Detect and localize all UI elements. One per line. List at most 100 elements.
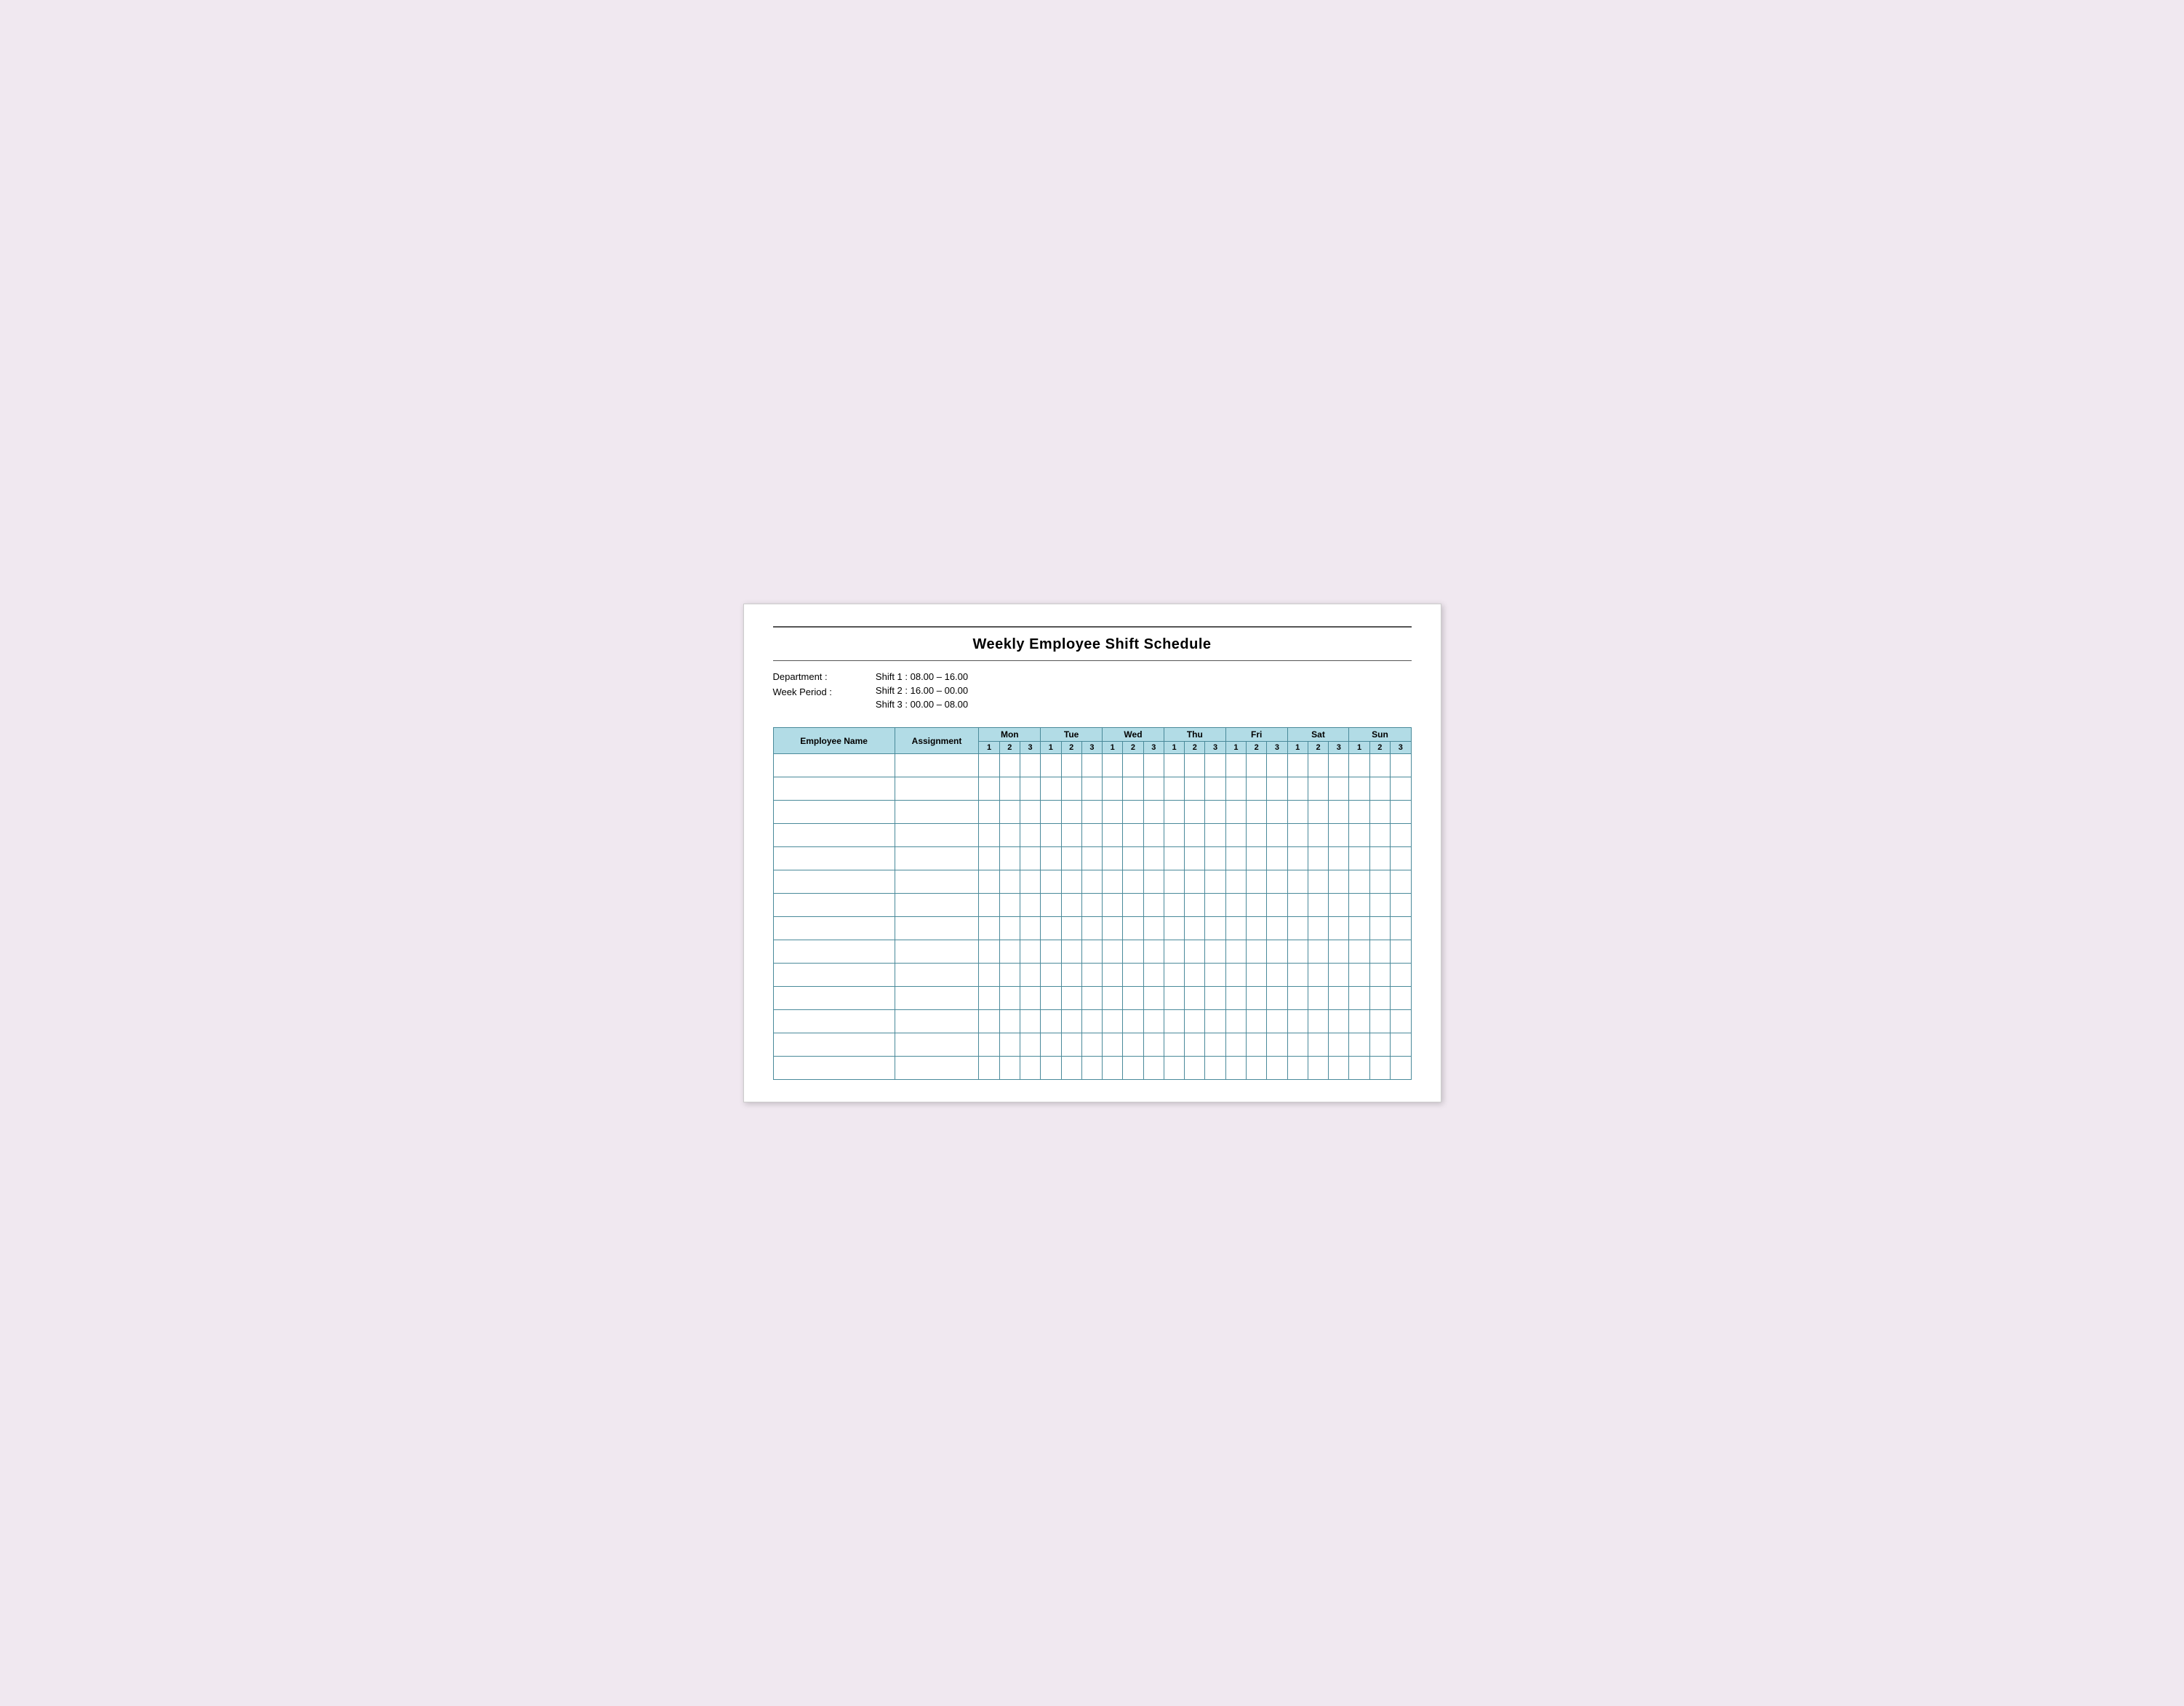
mon-shift2-cell[interactable] <box>999 847 1020 870</box>
sat-shift1-cell[interactable] <box>1287 1033 1308 1057</box>
fri-shift2-cell[interactable] <box>1247 777 1267 801</box>
fri-shift2-cell[interactable] <box>1247 1057 1267 1080</box>
wed-shift3-cell[interactable] <box>1143 801 1164 824</box>
wed-shift2-cell[interactable] <box>1123 894 1143 917</box>
fri-shift1-cell[interactable] <box>1225 987 1246 1010</box>
wed-shift1-cell[interactable] <box>1103 1033 1123 1057</box>
thu-shift2-cell[interactable] <box>1185 894 1205 917</box>
mon-shift3-cell[interactable] <box>1020 870 1040 894</box>
sat-shift2-cell[interactable] <box>1308 1057 1328 1080</box>
employee-name-cell[interactable] <box>773 777 895 801</box>
fri-shift1-cell[interactable] <box>1225 894 1246 917</box>
thu-shift1-cell[interactable] <box>1164 824 1184 847</box>
assignment-cell[interactable] <box>895 1010 979 1033</box>
tue-shift2-cell[interactable] <box>1061 754 1081 777</box>
thu-shift3-cell[interactable] <box>1205 964 1225 987</box>
tue-shift3-cell[interactable] <box>1081 917 1102 940</box>
mon-shift3-cell[interactable] <box>1020 987 1040 1010</box>
tue-shift1-cell[interactable] <box>1041 894 1061 917</box>
tue-shift3-cell[interactable] <box>1081 777 1102 801</box>
mon-shift3-cell[interactable] <box>1020 1057 1040 1080</box>
mon-shift2-cell[interactable] <box>999 870 1020 894</box>
thu-shift3-cell[interactable] <box>1205 870 1225 894</box>
wed-shift3-cell[interactable] <box>1143 917 1164 940</box>
wed-shift1-cell[interactable] <box>1103 777 1123 801</box>
mon-shift3-cell[interactable] <box>1020 1033 1040 1057</box>
wed-shift1-cell[interactable] <box>1103 1057 1123 1080</box>
sun-shift2-cell[interactable] <box>1369 1010 1390 1033</box>
assignment-cell[interactable] <box>895 894 979 917</box>
thu-shift1-cell[interactable] <box>1164 1057 1184 1080</box>
assignment-cell[interactable] <box>895 777 979 801</box>
wed-shift1-cell[interactable] <box>1103 754 1123 777</box>
sat-shift3-cell[interactable] <box>1329 870 1349 894</box>
mon-shift3-cell[interactable] <box>1020 754 1040 777</box>
thu-shift1-cell[interactable] <box>1164 847 1184 870</box>
mon-shift1-cell[interactable] <box>979 987 999 1010</box>
sun-shift2-cell[interactable] <box>1369 754 1390 777</box>
wed-shift2-cell[interactable] <box>1123 917 1143 940</box>
sat-shift3-cell[interactable] <box>1329 847 1349 870</box>
sat-shift1-cell[interactable] <box>1287 824 1308 847</box>
employee-name-cell[interactable] <box>773 1033 895 1057</box>
thu-shift3-cell[interactable] <box>1205 940 1225 964</box>
thu-shift3-cell[interactable] <box>1205 987 1225 1010</box>
tue-shift2-cell[interactable] <box>1061 1057 1081 1080</box>
tue-shift1-cell[interactable] <box>1041 1033 1061 1057</box>
tue-shift3-cell[interactable] <box>1081 940 1102 964</box>
tue-shift1-cell[interactable] <box>1041 754 1061 777</box>
wed-shift2-cell[interactable] <box>1123 824 1143 847</box>
mon-shift3-cell[interactable] <box>1020 777 1040 801</box>
mon-shift2-cell[interactable] <box>999 964 1020 987</box>
fri-shift1-cell[interactable] <box>1225 801 1246 824</box>
tue-shift3-cell[interactable] <box>1081 801 1102 824</box>
mon-shift1-cell[interactable] <box>979 1010 999 1033</box>
thu-shift2-cell[interactable] <box>1185 777 1205 801</box>
sun-shift3-cell[interactable] <box>1391 987 1412 1010</box>
mon-shift1-cell[interactable] <box>979 824 999 847</box>
tue-shift2-cell[interactable] <box>1061 987 1081 1010</box>
fri-shift2-cell[interactable] <box>1247 824 1267 847</box>
mon-shift2-cell[interactable] <box>999 801 1020 824</box>
mon-shift3-cell[interactable] <box>1020 917 1040 940</box>
thu-shift1-cell[interactable] <box>1164 894 1184 917</box>
mon-shift1-cell[interactable] <box>979 964 999 987</box>
tue-shift1-cell[interactable] <box>1041 847 1061 870</box>
tue-shift1-cell[interactable] <box>1041 1010 1061 1033</box>
wed-shift3-cell[interactable] <box>1143 824 1164 847</box>
mon-shift3-cell[interactable] <box>1020 964 1040 987</box>
assignment-cell[interactable] <box>895 917 979 940</box>
tue-shift1-cell[interactable] <box>1041 824 1061 847</box>
tue-shift1-cell[interactable] <box>1041 987 1061 1010</box>
sat-shift2-cell[interactable] <box>1308 777 1328 801</box>
sun-shift2-cell[interactable] <box>1369 1057 1390 1080</box>
sat-shift1-cell[interactable] <box>1287 801 1308 824</box>
sat-shift3-cell[interactable] <box>1329 940 1349 964</box>
sun-shift2-cell[interactable] <box>1369 940 1390 964</box>
fri-shift2-cell[interactable] <box>1247 917 1267 940</box>
thu-shift1-cell[interactable] <box>1164 987 1184 1010</box>
fri-shift2-cell[interactable] <box>1247 801 1267 824</box>
sat-shift3-cell[interactable] <box>1329 917 1349 940</box>
fri-shift1-cell[interactable] <box>1225 754 1246 777</box>
sat-shift3-cell[interactable] <box>1329 1010 1349 1033</box>
wed-shift3-cell[interactable] <box>1143 754 1164 777</box>
tue-shift2-cell[interactable] <box>1061 870 1081 894</box>
thu-shift2-cell[interactable] <box>1185 1033 1205 1057</box>
thu-shift3-cell[interactable] <box>1205 1057 1225 1080</box>
mon-shift2-cell[interactable] <box>999 917 1020 940</box>
sat-shift2-cell[interactable] <box>1308 940 1328 964</box>
wed-shift1-cell[interactable] <box>1103 870 1123 894</box>
sat-shift1-cell[interactable] <box>1287 870 1308 894</box>
tue-shift1-cell[interactable] <box>1041 777 1061 801</box>
employee-name-cell[interactable] <box>773 847 895 870</box>
thu-shift1-cell[interactable] <box>1164 754 1184 777</box>
mon-shift2-cell[interactable] <box>999 987 1020 1010</box>
fri-shift1-cell[interactable] <box>1225 847 1246 870</box>
fri-shift3-cell[interactable] <box>1267 847 1287 870</box>
employee-name-cell[interactable] <box>773 917 895 940</box>
wed-shift2-cell[interactable] <box>1123 777 1143 801</box>
sat-shift3-cell[interactable] <box>1329 1057 1349 1080</box>
tue-shift2-cell[interactable] <box>1061 777 1081 801</box>
sat-shift1-cell[interactable] <box>1287 987 1308 1010</box>
